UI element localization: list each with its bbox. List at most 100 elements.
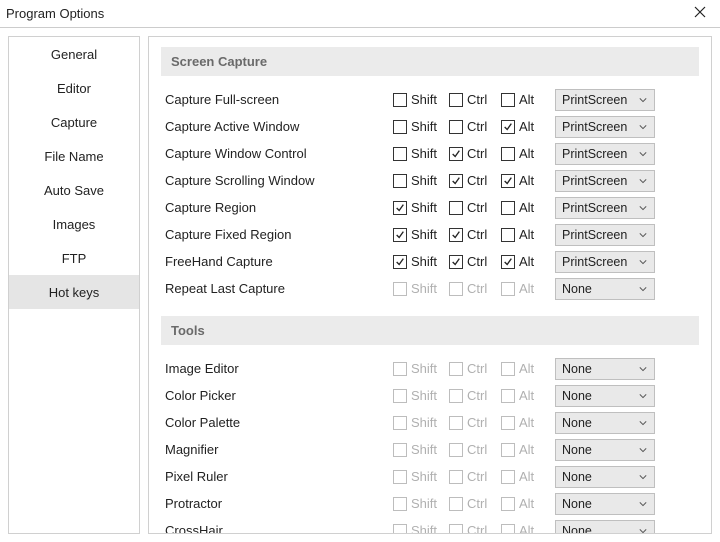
- shift-checkbox: [393, 416, 407, 430]
- alt-label: Alt: [519, 523, 534, 534]
- key-dropdown-value: PrintScreen: [562, 147, 636, 161]
- main-panel: Screen CaptureCapture Full-screenShiftCt…: [148, 36, 712, 534]
- hotkey-label: Protractor: [165, 496, 393, 511]
- alt-label: Alt: [519, 173, 534, 188]
- key-dropdown[interactable]: None: [555, 466, 655, 488]
- sidebar-item-label: General: [51, 47, 97, 62]
- chevron-down-icon: [636, 97, 650, 103]
- ctrl-checkbox: [449, 389, 463, 403]
- alt-label: Alt: [519, 496, 534, 511]
- shift-checkbox[interactable]: [393, 147, 407, 161]
- sidebar-item[interactable]: Editor: [9, 71, 139, 105]
- hotkey-label: Repeat Last Capture: [165, 281, 393, 296]
- alt-checkbox[interactable]: [501, 147, 515, 161]
- sidebar-item-label: Auto Save: [44, 183, 104, 198]
- alt-checkbox[interactable]: [501, 120, 515, 134]
- sidebar-item[interactable]: Images: [9, 207, 139, 241]
- alt-checkbox[interactable]: [501, 93, 515, 107]
- sidebar-item[interactable]: Auto Save: [9, 173, 139, 207]
- hotkey-row: Capture Scrolling WindowShiftCtrlAltPrin…: [161, 167, 699, 194]
- key-dropdown[interactable]: None: [555, 439, 655, 461]
- close-icon[interactable]: [688, 4, 712, 24]
- sidebar-item-label: File Name: [44, 149, 103, 164]
- shift-label: Shift: [411, 227, 437, 242]
- alt-checkbox: [501, 524, 515, 535]
- alt-label: Alt: [519, 227, 534, 242]
- shift-checkbox[interactable]: [393, 174, 407, 188]
- shift-label: Shift: [411, 281, 437, 296]
- chevron-down-icon: [636, 205, 650, 211]
- alt-checkbox: [501, 282, 515, 296]
- alt-label: Alt: [519, 146, 534, 161]
- shift-checkbox[interactable]: [393, 93, 407, 107]
- key-dropdown[interactable]: None: [555, 412, 655, 434]
- ctrl-checkbox[interactable]: [449, 147, 463, 161]
- ctrl-checkbox: [449, 524, 463, 535]
- hotkey-label: Capture Fixed Region: [165, 227, 393, 242]
- alt-checkbox[interactable]: [501, 201, 515, 215]
- shift-checkbox[interactable]: [393, 120, 407, 134]
- alt-label: Alt: [519, 200, 534, 215]
- alt-label: Alt: [519, 254, 534, 269]
- shift-label: Shift: [411, 523, 437, 534]
- alt-label: Alt: [519, 469, 534, 484]
- ctrl-checkbox[interactable]: [449, 228, 463, 242]
- key-dropdown[interactable]: PrintScreen: [555, 143, 655, 165]
- alt-checkbox[interactable]: [501, 255, 515, 269]
- key-dropdown[interactable]: None: [555, 358, 655, 380]
- shift-label: Shift: [411, 254, 437, 269]
- key-dropdown[interactable]: PrintScreen: [555, 89, 655, 111]
- key-dropdown[interactable]: PrintScreen: [555, 170, 655, 192]
- ctrl-checkbox: [449, 282, 463, 296]
- key-dropdown-value: None: [562, 362, 636, 376]
- ctrl-checkbox: [449, 416, 463, 430]
- alt-label: Alt: [519, 92, 534, 107]
- sidebar-item[interactable]: File Name: [9, 139, 139, 173]
- ctrl-label: Ctrl: [467, 119, 487, 134]
- sidebar-item[interactable]: Capture: [9, 105, 139, 139]
- key-dropdown[interactable]: None: [555, 278, 655, 300]
- key-dropdown[interactable]: None: [555, 493, 655, 515]
- hotkey-row: CrossHairShiftCtrlAltNone: [161, 517, 699, 534]
- alt-checkbox: [501, 416, 515, 430]
- alt-checkbox[interactable]: [501, 174, 515, 188]
- key-dropdown[interactable]: None: [555, 385, 655, 407]
- sidebar-item[interactable]: FTP: [9, 241, 139, 275]
- key-dropdown-value: None: [562, 497, 636, 511]
- key-dropdown[interactable]: PrintScreen: [555, 197, 655, 219]
- alt-checkbox[interactable]: [501, 228, 515, 242]
- ctrl-label: Ctrl: [467, 361, 487, 376]
- alt-label: Alt: [519, 281, 534, 296]
- ctrl-checkbox[interactable]: [449, 174, 463, 188]
- shift-label: Shift: [411, 415, 437, 430]
- key-dropdown[interactable]: PrintScreen: [555, 116, 655, 138]
- ctrl-checkbox[interactable]: [449, 201, 463, 215]
- sidebar-item[interactable]: General: [9, 37, 139, 71]
- key-dropdown[interactable]: PrintScreen: [555, 251, 655, 273]
- ctrl-checkbox[interactable]: [449, 255, 463, 269]
- shift-label: Shift: [411, 173, 437, 188]
- key-dropdown-value: PrintScreen: [562, 228, 636, 242]
- shift-checkbox[interactable]: [393, 228, 407, 242]
- ctrl-checkbox[interactable]: [449, 120, 463, 134]
- sidebar: General EditorCapture File Name Auto Save Im…: [8, 36, 140, 534]
- key-dropdown[interactable]: PrintScreen: [555, 224, 655, 246]
- shift-checkbox[interactable]: [393, 201, 407, 215]
- chevron-down-icon: [636, 286, 650, 292]
- sidebar-item[interactable]: Hot keys: [9, 275, 139, 309]
- hotkey-row: FreeHand CaptureShiftCtrlAltPrintScreen: [161, 248, 699, 275]
- ctrl-label: Ctrl: [467, 200, 487, 215]
- hotkey-row: Repeat Last Capture Shift Ctrl Alt None: [161, 275, 699, 302]
- key-dropdown-value: PrintScreen: [562, 201, 636, 215]
- shift-checkbox[interactable]: [393, 255, 407, 269]
- ctrl-label: Ctrl: [467, 496, 487, 511]
- hotkey-label: Color Palette: [165, 415, 393, 430]
- ctrl-checkbox[interactable]: [449, 93, 463, 107]
- ctrl-checkbox: [449, 443, 463, 457]
- shift-label: Shift: [411, 361, 437, 376]
- shift-label: Shift: [411, 200, 437, 215]
- hotkey-row: Capture Active WindowShiftCtrlAltPrintSc…: [161, 113, 699, 140]
- ctrl-label: Ctrl: [467, 281, 487, 296]
- key-dropdown[interactable]: None: [555, 520, 655, 535]
- hotkey-row: MagnifierShiftCtrlAltNone: [161, 436, 699, 463]
